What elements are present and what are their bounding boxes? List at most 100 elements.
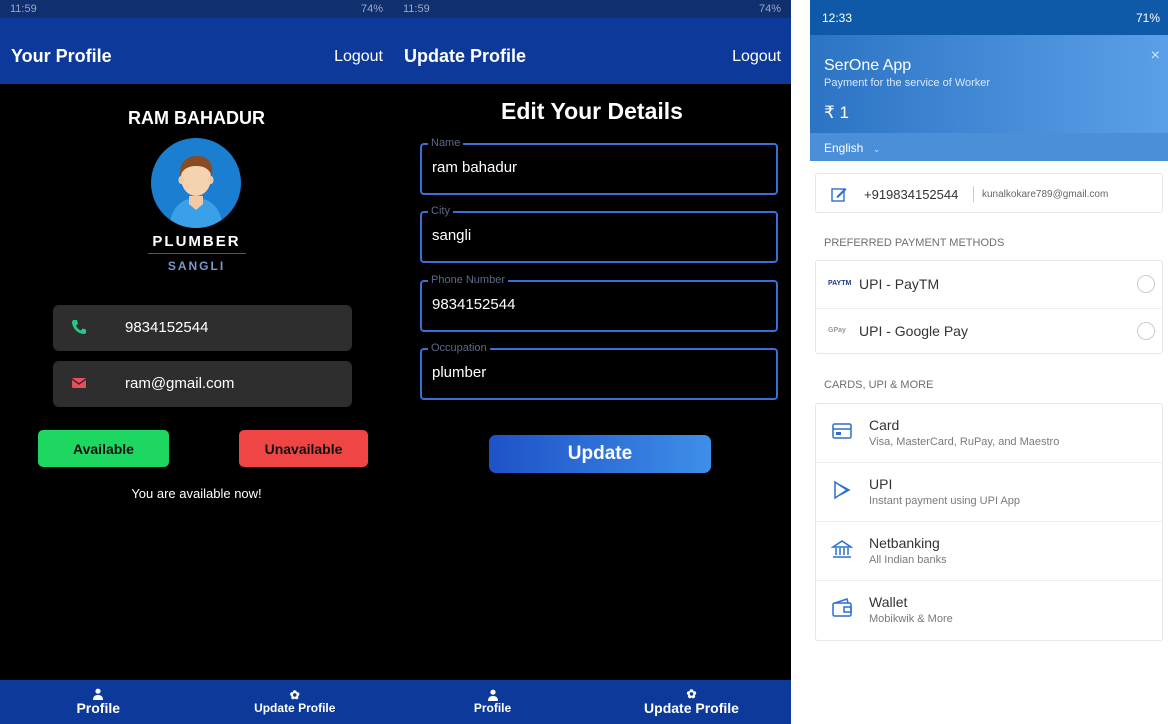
nav-update-profile-label: Update Profile [644, 700, 739, 716]
preferred-methods-list: PAYTM UPI - PayTM GPay UPI - Google Pay [815, 260, 1163, 354]
language-selector[interactable]: English ⌄ [810, 133, 1168, 161]
profile-name: RAM BAHADUR [128, 108, 265, 128]
option-title: Netbanking [869, 535, 940, 551]
check-circle-icon[interactable] [1137, 275, 1155, 293]
person-avatar-icon [169, 156, 223, 228]
name-field[interactable]: Name ram bahadur [420, 137, 778, 195]
contact-details[interactable]: +919834152544 kunalkokare789@gmail.com [815, 173, 1163, 213]
payment-header: SerOne App Payment for the service of Wo… [810, 35, 1168, 133]
paytm-logo: PAYTM [828, 280, 852, 287]
edit-icon [831, 188, 847, 202]
app-bar: Update Profile Logout [393, 18, 791, 84]
method-label: UPI - PayTM [859, 276, 940, 292]
bank-icon [831, 540, 853, 558]
option-upi[interactable]: UPI Instant payment using UPI App [816, 463, 1162, 522]
person-icon [93, 688, 104, 700]
mail-icon [71, 378, 87, 388]
city-field-label: City [428, 205, 453, 217]
update-button[interactable]: Update [489, 435, 711, 473]
gear-icon: ✿ [686, 687, 697, 701]
upi-icon [834, 480, 851, 500]
profile-occupation: PLUMBER [152, 233, 241, 250]
contact-email: kunalkokare789@gmail.com [982, 189, 1109, 200]
phone-number: 9834152544 [125, 319, 209, 336]
method-google-pay[interactable]: GPay UPI - Google Pay [816, 308, 1162, 355]
occupation-field-value[interactable]: plumber [432, 364, 486, 381]
logout-button[interactable]: Logout [732, 48, 781, 66]
avatar [151, 138, 241, 228]
name-field-value[interactable]: ram bahadur [432, 159, 517, 176]
nav-profile-label: Profile [473, 701, 512, 715]
option-netbanking[interactable]: Netbanking All Indian banks [816, 522, 1162, 581]
payment-screen: 12:33 71% SerOne App Payment for the ser… [810, 0, 1168, 724]
city-field[interactable]: City sangli [420, 205, 778, 263]
available-button[interactable]: Available [38, 430, 169, 467]
nav-profile[interactable]: Profile [0, 680, 197, 724]
logout-button[interactable]: Logout [334, 48, 383, 66]
phone-icon [72, 320, 86, 334]
option-subtitle: Instant payment using UPI App [869, 495, 1021, 507]
status-battery: 74% [758, 3, 781, 15]
email-card: ram@gmail.com [53, 361, 352, 407]
nav-profile[interactable]: Profile [393, 680, 592, 724]
divider [148, 253, 246, 254]
availability-status: You are available now! [131, 486, 262, 501]
option-title: Card [869, 417, 900, 433]
contact-phone: +919834152544 [864, 187, 959, 202]
nav-update-profile-label: Update Profile [254, 701, 336, 715]
option-title: Wallet [869, 594, 908, 610]
preferred-methods-title: PREFERRED PAYMENT METHODS [824, 237, 1005, 249]
profile-screen: 11:59 74% Your Profile Logout RAM BAHADU… [0, 0, 393, 724]
email-address: ram@gmail.com [125, 375, 235, 392]
bottom-nav: Profile ✿ Update Profile [0, 680, 393, 724]
payment-amount: ₹ 1 [824, 103, 849, 122]
status-bar: 12:33 71% [810, 0, 1168, 35]
occupation-field-label: Occupation [428, 342, 490, 354]
nav-update-profile[interactable]: ✿ Update Profile [197, 680, 394, 724]
status-bar: 11:59 74% [393, 0, 791, 18]
close-icon[interactable]: × [1151, 47, 1160, 65]
phone-field-value[interactable]: 9834152544 [432, 296, 515, 313]
option-title: UPI [869, 476, 893, 492]
nav-update-profile[interactable]: ✿ Update Profile [592, 680, 791, 724]
app-bar: Your Profile Logout [0, 18, 393, 84]
option-subtitle: Visa, MasterCard, RuPay, and Maestro [869, 436, 1060, 448]
more-methods-title: CARDS, UPI & MORE [824, 379, 934, 391]
page-title: Update Profile [404, 46, 527, 66]
edit-heading: Edit Your Details [501, 98, 683, 124]
occupation-field[interactable]: Occupation plumber [420, 342, 778, 400]
city-field-value[interactable]: sangli [432, 227, 471, 244]
phone-field-label: Phone Number [428, 274, 508, 286]
status-battery: 74% [360, 3, 383, 15]
language-label: English [824, 141, 864, 155]
status-battery: 71% [1135, 10, 1160, 25]
status-time: 11:59 [403, 3, 430, 15]
chevron-down-icon: ⌄ [872, 144, 881, 154]
option-subtitle: All Indian banks [869, 554, 947, 566]
page-title: Your Profile [11, 46, 112, 66]
card-icon [832, 423, 852, 439]
update-profile-screen: 11:59 74% Update Profile Logout Edit You… [393, 0, 791, 724]
phone-field[interactable]: Phone Number 9834152544 [420, 274, 778, 332]
status-time: 11:59 [10, 3, 37, 15]
payment-description: Payment for the service of Worker [824, 77, 991, 89]
gear-icon: ✿ [289, 688, 300, 702]
phone-card: 9834152544 [53, 305, 352, 351]
name-field-label: Name [428, 137, 464, 149]
status-bar: 11:59 74% [0, 0, 393, 18]
option-subtitle: Mobikwik & More [869, 613, 953, 625]
payment-options-list: Card Visa, MasterCard, RuPay, and Maestr… [815, 403, 1163, 641]
gpay-logo: GPay [828, 327, 846, 334]
profile-city: SANGLI [167, 259, 226, 273]
method-paytm[interactable]: PAYTM UPI - PayTM [816, 261, 1162, 308]
divider [973, 186, 974, 202]
bottom-nav: Profile ✿ Update Profile [393, 680, 791, 724]
option-card[interactable]: Card Visa, MasterCard, RuPay, and Maestr… [816, 404, 1162, 463]
option-wallet[interactable]: Wallet Mobikwik & More [816, 581, 1162, 640]
person-icon [487, 689, 498, 701]
check-circle-icon[interactable] [1137, 322, 1155, 340]
unavailable-button[interactable]: Unavailable [239, 430, 368, 467]
wallet-icon [832, 598, 852, 617]
status-time: 12:33 [822, 10, 853, 25]
nav-profile-label: Profile [76, 700, 121, 716]
